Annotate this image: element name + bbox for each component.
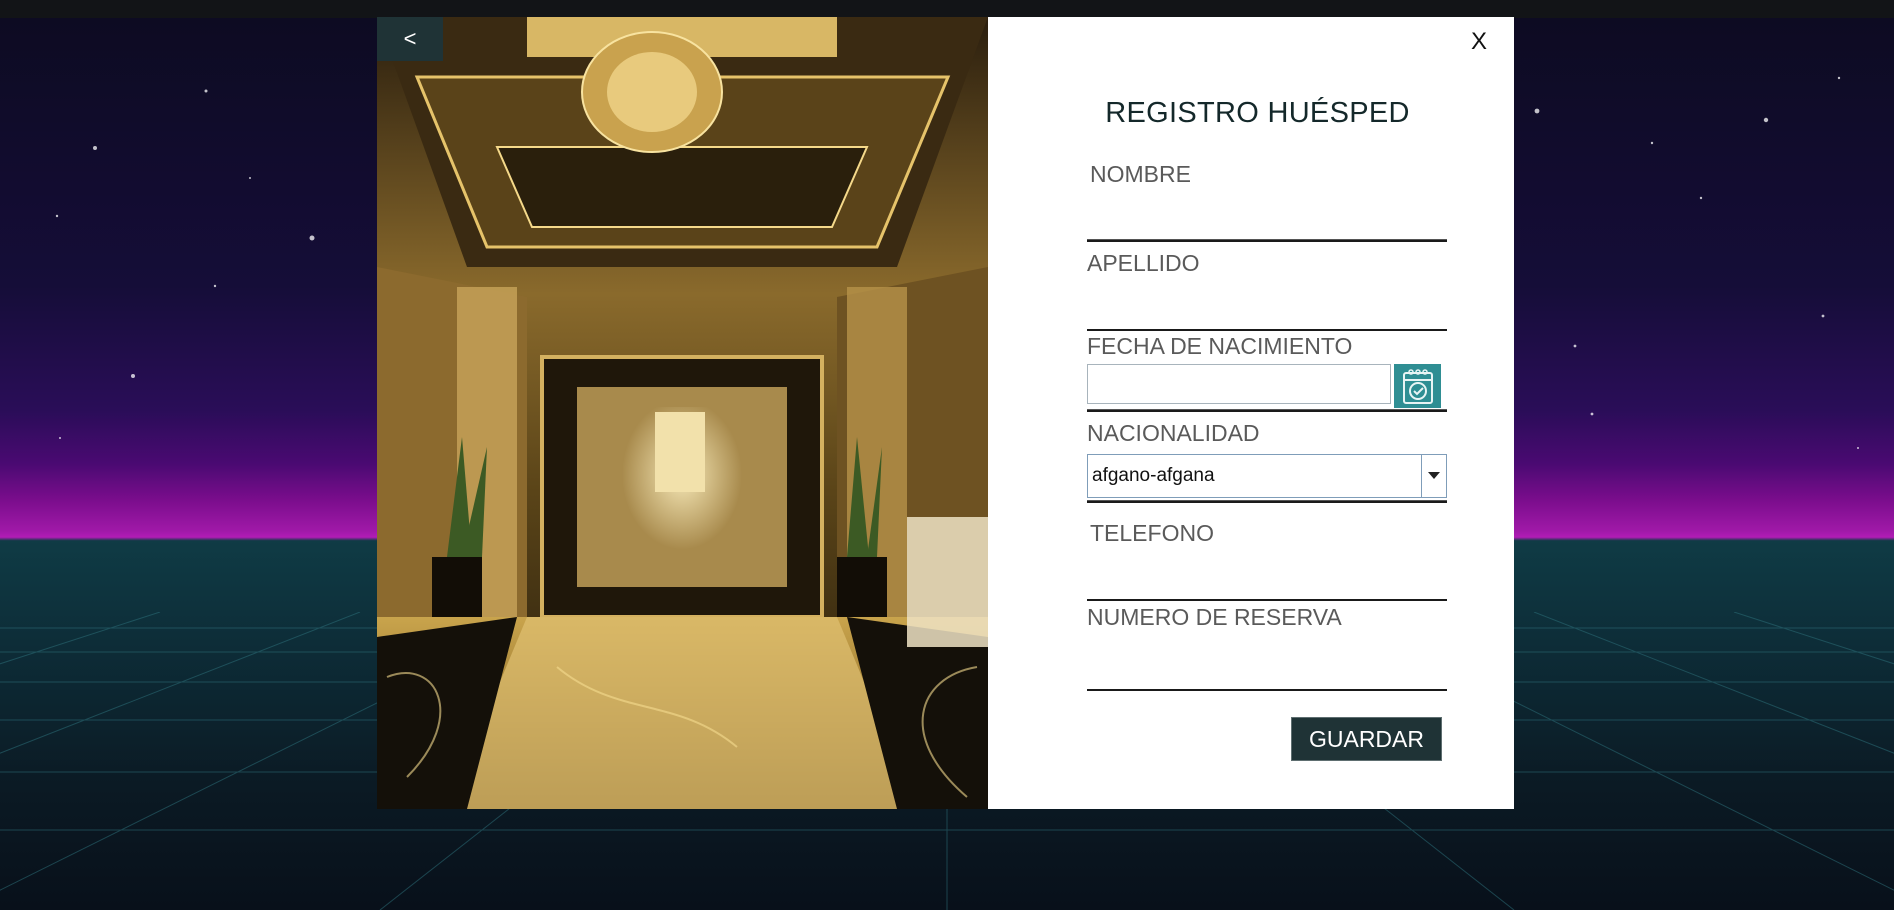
nacionalidad-dropdown-button[interactable] bbox=[1421, 455, 1446, 497]
desktop-screen: < X REGISTRO HUÉSPED NOMBRE APELLIDO FEC… bbox=[0, 0, 1894, 910]
back-button[interactable]: < bbox=[377, 17, 443, 61]
numero-reserva-input[interactable] bbox=[1087, 653, 1451, 689]
fecha-nacimiento-input[interactable] bbox=[1087, 364, 1391, 404]
form-title: REGISTRO HUÉSPED bbox=[1105, 97, 1410, 129]
telefono-input[interactable] bbox=[1087, 563, 1451, 599]
close-button[interactable]: X bbox=[1462, 25, 1496, 59]
chevron-down-icon bbox=[1428, 472, 1440, 479]
nombre-input[interactable] bbox=[1087, 203, 1451, 239]
fecha-nacimiento-underline bbox=[1087, 409, 1447, 412]
registration-form-panel: X REGISTRO HUÉSPED NOMBRE APELLIDO FECHA… bbox=[988, 17, 1514, 809]
lobby-illustration bbox=[377, 17, 988, 809]
calendar-button[interactable] bbox=[1394, 364, 1441, 408]
nacionalidad-underline bbox=[1087, 500, 1447, 503]
nacionalidad-label: NACIONALIDAD bbox=[1087, 420, 1260, 446]
apellido-label: APELLIDO bbox=[1087, 250, 1200, 276]
apellido-input[interactable] bbox=[1087, 293, 1451, 329]
numero-reserva-label: NUMERO DE RESERVA bbox=[1087, 604, 1342, 630]
fecha-nacimiento-label: FECHA DE NACIMIENTO bbox=[1087, 333, 1353, 359]
guest-registration-dialog: < X REGISTRO HUÉSPED NOMBRE APELLIDO FEC… bbox=[377, 17, 1514, 809]
nacionalidad-selected-value: afgano-afgana bbox=[1092, 465, 1215, 486]
guardar-button[interactable]: GUARDAR bbox=[1291, 717, 1442, 761]
telefono-underline bbox=[1087, 599, 1447, 601]
hotel-lobby-image: < bbox=[377, 17, 988, 809]
nombre-label: NOMBRE bbox=[1090, 161, 1191, 187]
nombre-underline bbox=[1087, 239, 1447, 242]
nacionalidad-select[interactable]: afgano-afgana bbox=[1087, 454, 1447, 498]
telefono-label: TELEFONO bbox=[1090, 520, 1214, 546]
top-bar bbox=[0, 0, 1894, 18]
apellido-underline bbox=[1087, 329, 1447, 331]
numero-reserva-underline bbox=[1087, 689, 1447, 691]
calendar-check-icon bbox=[1402, 369, 1433, 404]
